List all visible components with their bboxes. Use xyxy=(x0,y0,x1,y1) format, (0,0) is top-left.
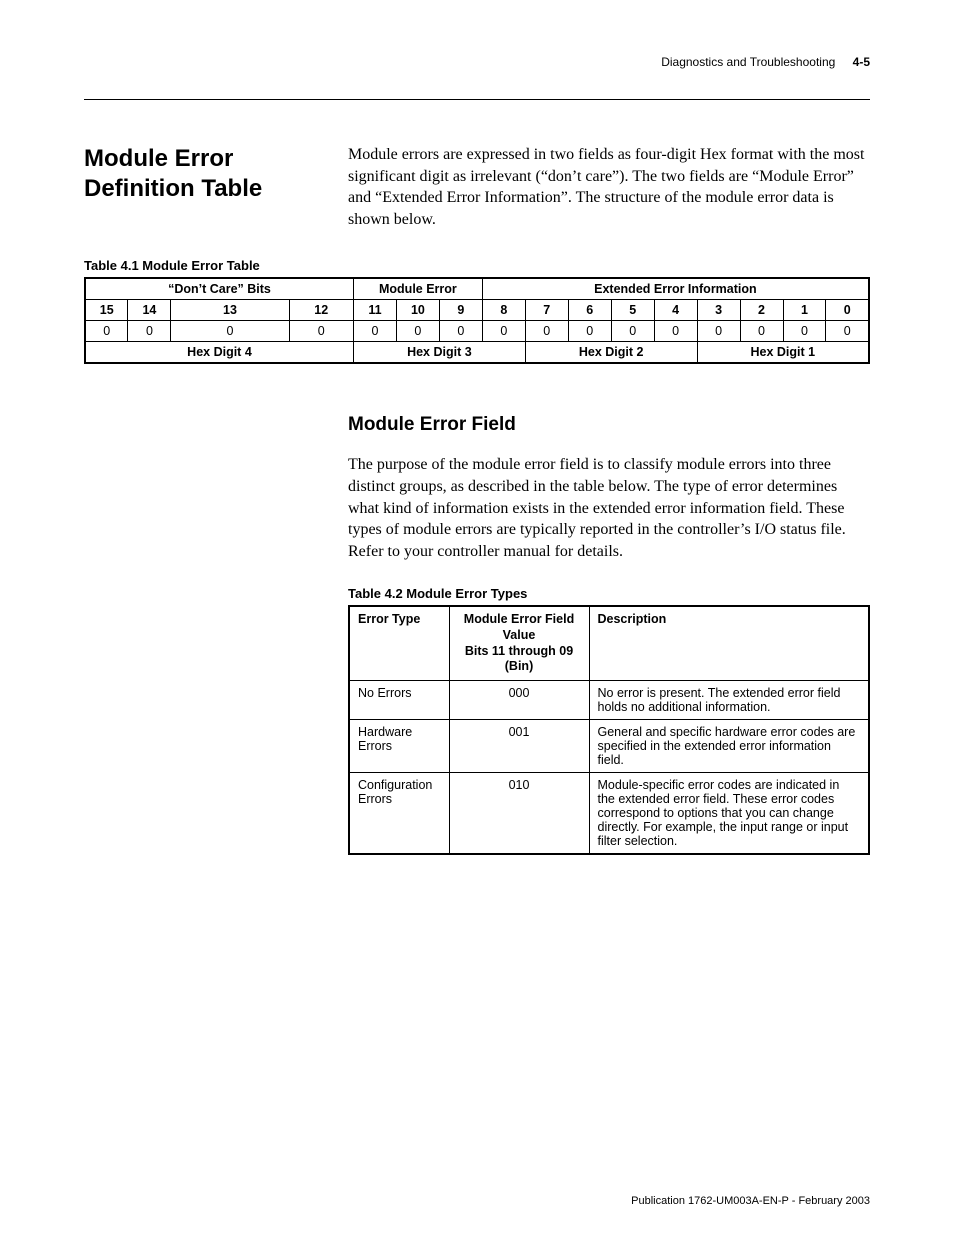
bit-value: 0 xyxy=(740,321,783,342)
table-row: No Errors 000 No error is present. The e… xyxy=(349,680,869,719)
table-row: Configuration Errors 010 Module-specific… xyxy=(349,772,869,854)
section-intro: Module errors are expressed in two field… xyxy=(348,144,870,230)
bit-value: 0 xyxy=(128,321,171,342)
cell-error-type: Hardware Errors xyxy=(349,719,449,772)
section-body-column: Module errors are expressed in two field… xyxy=(344,144,870,230)
col-header-value-l1: Module Error Field Value xyxy=(464,612,574,642)
bit-value: 0 xyxy=(396,321,439,342)
cell-value: 000 xyxy=(449,680,589,719)
bit-value: 0 xyxy=(85,321,128,342)
table-row: 15 14 13 12 11 10 9 8 7 6 5 4 3 2 1 0 xyxy=(85,300,869,321)
bit-number: 2 xyxy=(740,300,783,321)
bit-number: 10 xyxy=(396,300,439,321)
subsection-title: Module Error Field xyxy=(348,414,870,436)
page-number: 4-5 xyxy=(853,55,870,69)
bit-value: 0 xyxy=(439,321,482,342)
cell-error-type: Configuration Errors xyxy=(349,772,449,854)
col-header-value-l2: Bits 11 through 09 (Bin) xyxy=(465,644,573,674)
cell-error-type: No Errors xyxy=(349,680,449,719)
subsection-paragraph: The purpose of the module error field is… xyxy=(348,454,870,562)
section-module-error-definition: Module Error Definition Table Module err… xyxy=(84,144,870,230)
col-header-value: Module Error Field Value Bits 11 through… xyxy=(449,606,589,680)
table-row: Hardware Errors 001 General and specific… xyxy=(349,719,869,772)
table-row: Error Type Module Error Field Value Bits… xyxy=(349,606,869,680)
table-4-2: Error Type Module Error Field Value Bits… xyxy=(348,605,870,855)
bit-number: 8 xyxy=(482,300,525,321)
section-title: Module Error Definition Table xyxy=(84,144,344,204)
table-4-1: “Don’t Care” Bits Module Error Extended … xyxy=(84,277,870,364)
bit-number: 14 xyxy=(128,300,171,321)
bit-number: 15 xyxy=(85,300,128,321)
bit-number: 11 xyxy=(353,300,396,321)
bit-number: 13 xyxy=(171,300,289,321)
hex-digit-label: Hex Digit 2 xyxy=(525,342,697,364)
running-header: Diagnostics and Troubleshooting 4-5 xyxy=(84,55,870,69)
group-header-dont-care: “Don’t Care” Bits xyxy=(85,278,353,300)
cell-description: General and specific hardware error code… xyxy=(589,719,869,772)
cell-description: No error is present. The extended error … xyxy=(589,680,869,719)
bit-number: 7 xyxy=(525,300,568,321)
hex-digit-label: Hex Digit 1 xyxy=(697,342,869,364)
bit-value: 0 xyxy=(568,321,611,342)
bit-value: 0 xyxy=(289,321,353,342)
bit-value: 0 xyxy=(783,321,826,342)
bit-number: 9 xyxy=(439,300,482,321)
section-body-column: Module Error Field The purpose of the mo… xyxy=(344,414,870,854)
bit-value: 0 xyxy=(654,321,697,342)
bit-number: 12 xyxy=(289,300,353,321)
page: Diagnostics and Troubleshooting 4-5 Modu… xyxy=(0,0,954,1235)
section-title-column: Module Error Definition Table xyxy=(84,144,344,230)
cell-description: Module-specific error codes are indicate… xyxy=(589,772,869,854)
hex-digit-label: Hex Digit 3 xyxy=(353,342,525,364)
table-4-2-caption: Table 4.2 Module Error Types xyxy=(348,586,870,601)
bit-value: 0 xyxy=(826,321,869,342)
header-rule xyxy=(84,99,870,100)
footer-publication: Publication 1762-UM003A-EN-P - February … xyxy=(631,1195,870,1207)
table-row: “Don’t Care” Bits Module Error Extended … xyxy=(85,278,869,300)
bit-value: 0 xyxy=(611,321,654,342)
bit-value: 0 xyxy=(353,321,396,342)
bit-value: 0 xyxy=(482,321,525,342)
col-header-description: Description xyxy=(589,606,869,680)
bit-number: 3 xyxy=(697,300,740,321)
bit-number: 6 xyxy=(568,300,611,321)
table-4-1-caption: Table 4.1 Module Error Table xyxy=(84,258,870,273)
hex-digit-label: Hex Digit 4 xyxy=(85,342,353,364)
bit-value: 0 xyxy=(525,321,568,342)
section-module-error-field: Module Error Field The purpose of the mo… xyxy=(84,414,870,854)
bit-value: 0 xyxy=(697,321,740,342)
section-title-column xyxy=(84,414,344,854)
bit-number: 0 xyxy=(826,300,869,321)
bit-number: 5 xyxy=(611,300,654,321)
cell-value: 010 xyxy=(449,772,589,854)
table-row: Hex Digit 4 Hex Digit 3 Hex Digit 2 Hex … xyxy=(85,342,869,364)
group-header-module-error: Module Error xyxy=(353,278,482,300)
running-title: Diagnostics and Troubleshooting xyxy=(661,55,835,69)
table-row: 0 0 0 0 0 0 0 0 0 0 0 0 0 0 0 0 xyxy=(85,321,869,342)
col-header-error-type: Error Type xyxy=(349,606,449,680)
bit-number: 1 xyxy=(783,300,826,321)
bit-value: 0 xyxy=(171,321,289,342)
bit-number: 4 xyxy=(654,300,697,321)
group-header-extended: Extended Error Information xyxy=(482,278,869,300)
cell-value: 001 xyxy=(449,719,589,772)
